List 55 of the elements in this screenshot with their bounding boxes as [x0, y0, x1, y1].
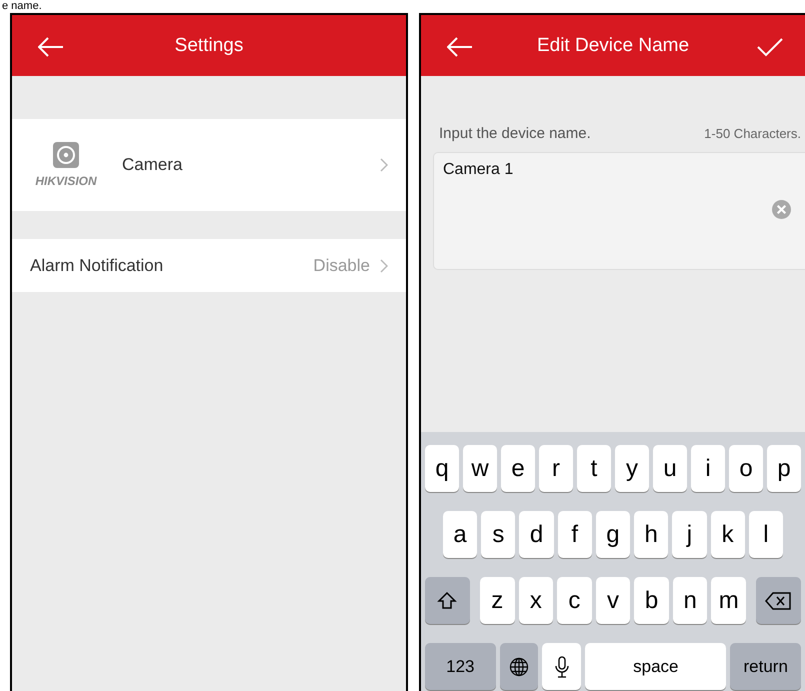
letter-key[interactable]: b [634, 577, 669, 624]
globe-key[interactable] [500, 643, 538, 690]
letter-key[interactable]: j [672, 511, 707, 558]
device-row[interactable]: HIKVISION Camera [12, 119, 406, 211]
letter-key[interactable]: v [596, 577, 630, 624]
prompt-text: Input the device name. [439, 125, 591, 142]
letter-key[interactable]: w [463, 445, 497, 492]
backspace-icon [765, 592, 792, 610]
backspace-key[interactable] [756, 577, 801, 624]
space-key[interactable]: space [585, 643, 726, 690]
microphone-key[interactable] [542, 643, 582, 690]
shift-icon [437, 590, 458, 610]
letter-key[interactable]: x [518, 577, 554, 624]
letter-key[interactable]: u [653, 445, 687, 492]
brand-logo: HIKVISION [35, 174, 97, 188]
letter-key[interactable]: g [596, 511, 630, 558]
letter-key[interactable]: d [519, 511, 554, 558]
screen-title: Edit Device Name [536, 34, 690, 56]
letter-key[interactable]: p [767, 445, 801, 492]
letter-key[interactable]: y [615, 445, 649, 492]
letter-key[interactable]: s [481, 511, 516, 558]
globe-icon [509, 656, 529, 676]
limit-text: 1-50 Characters. [704, 126, 801, 141]
letter-key[interactable]: m [711, 577, 746, 624]
letter-key[interactable]: n [672, 577, 708, 624]
letter-key[interactable]: q [425, 445, 459, 492]
letter-key[interactable]: t [577, 445, 611, 492]
function-key[interactable]: return [730, 643, 802, 690]
letter-key[interactable]: a [443, 511, 478, 558]
name-input-field[interactable]: Camera 1 [433, 152, 805, 270]
letter-key[interactable]: c [557, 577, 592, 624]
back-arrow-icon[interactable] [38, 37, 64, 57]
caption-text: e name. [1, 0, 43, 13]
back-arrow-icon[interactable] [447, 37, 473, 57]
letter-key[interactable]: f [558, 511, 592, 558]
checkmark-icon[interactable] [757, 37, 783, 57]
chevron-icon [380, 158, 388, 172]
row-value: Disable [313, 256, 370, 276]
screen-title: Settings [174, 34, 244, 56]
letter-key[interactable]: r [539, 445, 573, 492]
letter-key[interactable]: i [691, 445, 725, 492]
letter-key[interactable]: z [480, 577, 515, 624]
camera-app-icon [53, 142, 79, 168]
setting-row[interactable]: Alarm Notification Disable [12, 239, 406, 292]
letter-key[interactable]: o [729, 445, 763, 492]
shift-key[interactable] [425, 577, 470, 624]
chevron-icon [380, 258, 388, 272]
letter-key[interactable]: l [748, 511, 783, 558]
letter-key[interactable]: h [634, 511, 668, 558]
microphone-icon [554, 656, 569, 678]
letter-key[interactable]: e [501, 445, 535, 492]
letter-key[interactable]: k [710, 511, 745, 558]
row-label: Alarm Notification [30, 256, 164, 276]
function-key[interactable]: 123 [425, 643, 496, 690]
row-label: Camera [122, 155, 184, 175]
